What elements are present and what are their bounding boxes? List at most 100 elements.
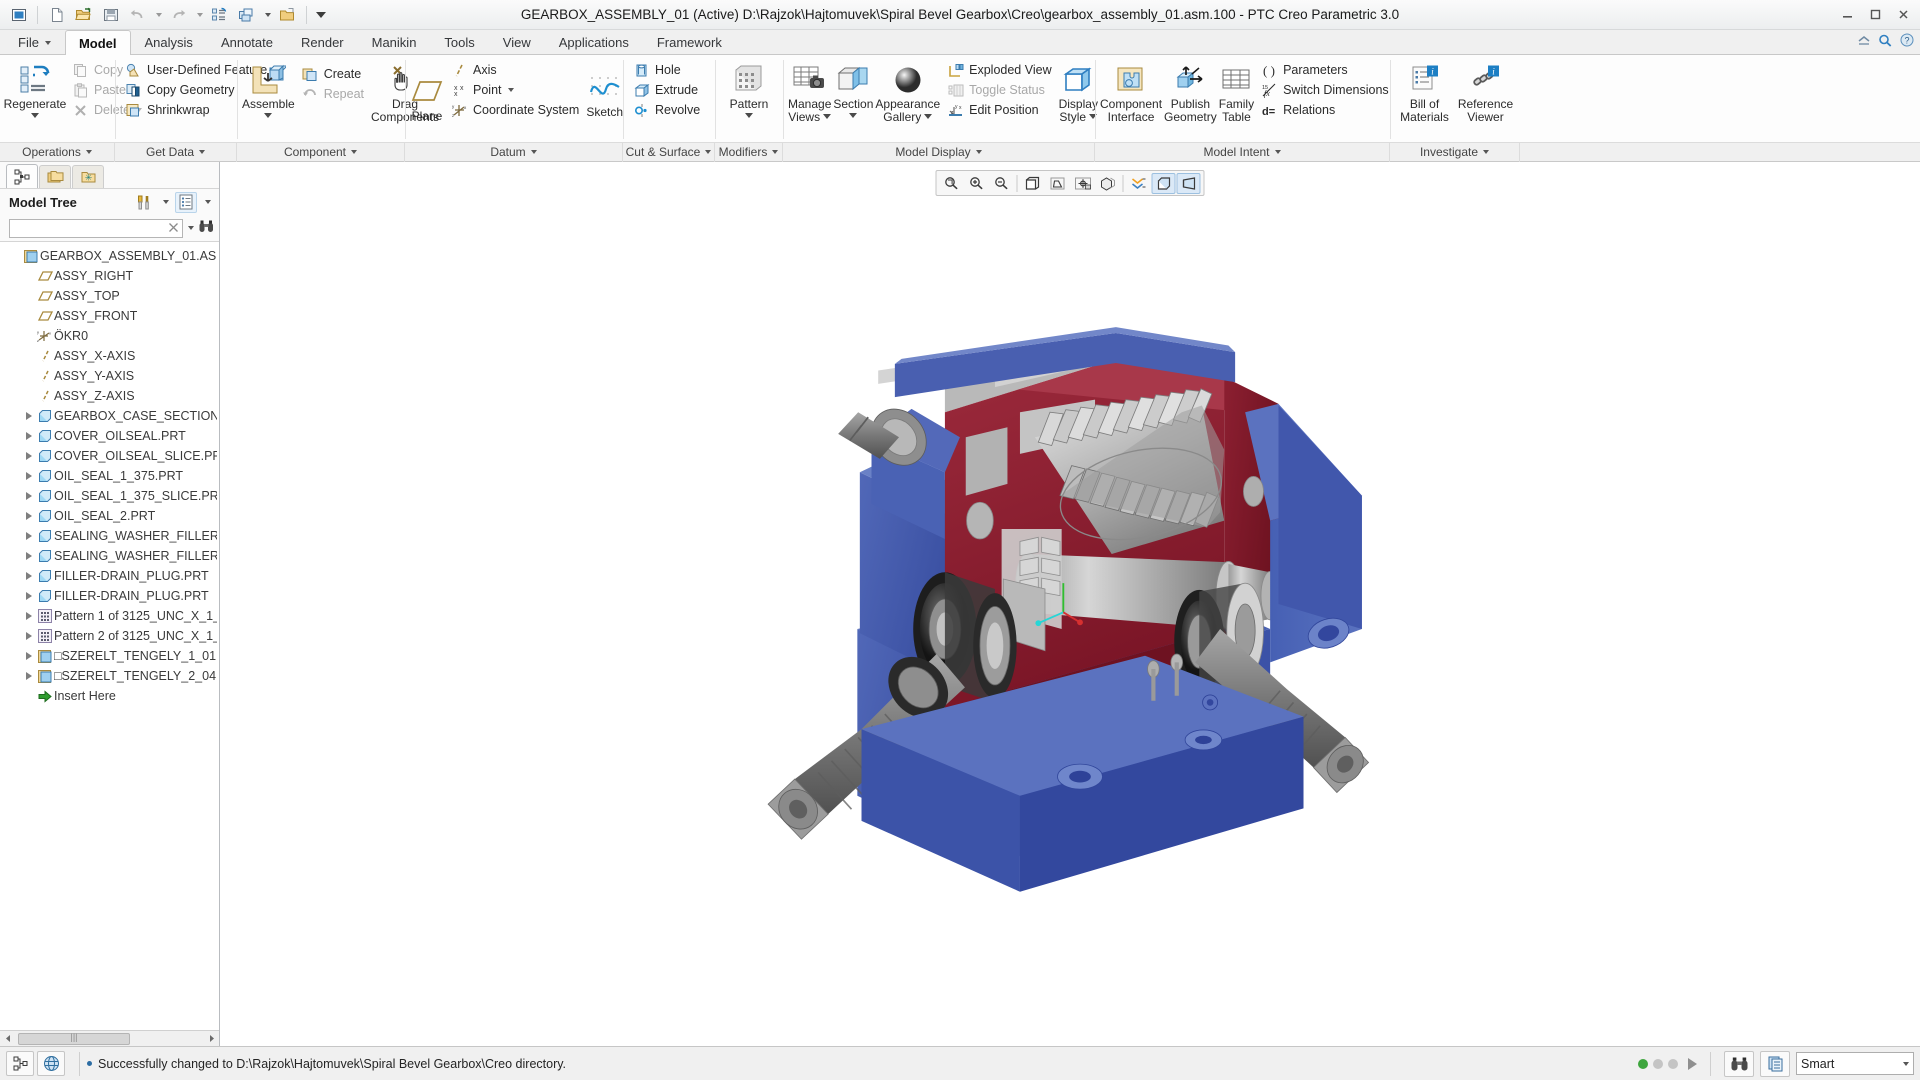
tab-applications[interactable]: Applications (545, 30, 643, 54)
minimize-button[interactable] (1834, 4, 1860, 26)
group-label-model-intent[interactable]: Model Intent (1095, 142, 1390, 162)
reference-viewer-button[interactable]: i Reference Viewer (1455, 58, 1516, 142)
section-button[interactable]: Section (832, 58, 874, 142)
group-label-datum[interactable]: Datum (405, 142, 623, 162)
pattern-button[interactable]: Pattern (719, 58, 779, 142)
scroll-right-arrow-icon[interactable] (204, 1031, 219, 1046)
regenerate-button[interactable]: Regenerate (4, 58, 66, 142)
tab-annotate[interactable]: Annotate (207, 30, 287, 54)
zoom-in-icon[interactable] (965, 173, 989, 194)
tree-item[interactable]: Pattern 2 of 3125_UNC_X_1_SOC (0, 626, 219, 646)
component-interface-button[interactable]: Component Interface (1099, 58, 1163, 142)
gearbox-assembly-3d-model[interactable] (220, 162, 1920, 1046)
search-icon[interactable] (1878, 34, 1893, 50)
tab-file[interactable]: File (4, 30, 65, 54)
model-tree[interactable]: GEARBOX_ASSEMBLY_01.ASM ASSY_RIGHT ASSY_TO… (0, 241, 219, 1030)
tab-analysis[interactable]: Analysis (131, 30, 207, 54)
tree-item[interactable]: ASSY_Z-AXIS (0, 386, 219, 406)
tree-item[interactable]: ASSY_Y-AXIS (0, 366, 219, 386)
display-style-icon[interactable] (1151, 172, 1176, 194)
tree-item[interactable]: OIL_SEAL_1_375.PRT (0, 466, 219, 486)
clear-search-icon[interactable] (168, 221, 179, 236)
parameters-button[interactable]: ( ) Parameters (1255, 60, 1395, 80)
expand-arrow-icon[interactable] (22, 592, 36, 600)
selection-filter-button[interactable] (1760, 1050, 1790, 1077)
edit-position-button[interactable]: yxz Edit Position (941, 100, 1057, 120)
create-component-button[interactable]: Create (296, 64, 370, 84)
repeat-button[interactable]: Repeat (296, 84, 370, 104)
tab-render[interactable]: Render (287, 30, 358, 54)
open-folder-icon[interactable] (71, 3, 96, 27)
regenerate-icon[interactable] (207, 3, 232, 27)
expand-arrow-icon[interactable] (22, 472, 36, 480)
appearance-gallery-button[interactable]: Appearance Gallery (874, 58, 941, 142)
tree-tools-dropdown-chevron-down-icon[interactable] (159, 192, 171, 213)
tree-item[interactable]: SEALING_WASHER_FILLER_PLU (0, 546, 219, 566)
tab-view[interactable]: View (489, 30, 545, 54)
revolve-button[interactable]: Revolve (627, 100, 706, 120)
search-input-wrapper[interactable] (9, 218, 183, 238)
play-icon[interactable] (1688, 1057, 1697, 1070)
assemble-button[interactable]: Assemble (241, 58, 296, 142)
customize-qat-chevron-down-icon[interactable] (313, 3, 329, 27)
tree-item[interactable]: COVER_OILSEAL.PRT (0, 426, 219, 446)
help-icon[interactable]: ? (1900, 33, 1914, 50)
browser-globe-tab[interactable] (37, 1051, 65, 1076)
tree-item[interactable]: ASSY_RIGHT (0, 266, 219, 286)
window-list-dropdown-chevron-down-icon[interactable] (261, 3, 273, 27)
regenerate-dropdown-chevron-down-icon[interactable] (31, 113, 39, 118)
expand-arrow-icon[interactable] (22, 492, 36, 500)
tree-settings-dropdown-chevron-down-icon[interactable] (201, 192, 213, 213)
tree-item[interactable]: OIL_SEAL_1_375_SLICE.PRT (0, 486, 219, 506)
zoom-out-icon[interactable] (990, 173, 1014, 194)
tab-tools[interactable]: Tools (430, 30, 488, 54)
close-folder-icon[interactable] (275, 3, 300, 27)
bill-of-materials-button[interactable]: i Bill of Materials (1394, 58, 1455, 142)
tree-item[interactable]: □SZERELT_TENGELY_1_01.ASM (0, 646, 219, 666)
expand-arrow-icon[interactable] (22, 572, 36, 580)
perspective-view-icon[interactable] (1176, 172, 1201, 194)
maximize-button[interactable] (1862, 4, 1888, 26)
windows-cascade-icon[interactable] (234, 3, 259, 27)
window-icon[interactable] (6, 3, 31, 27)
tree-item[interactable]: FILLER-DRAIN_PLUG.PRT (0, 566, 219, 586)
tree-settings-icon[interactable] (175, 191, 197, 213)
point-button[interactable]: xxx Point (445, 80, 585, 100)
tab-manikin[interactable]: Manikin (358, 30, 431, 54)
saved-orientations-icon[interactable] (1096, 173, 1120, 194)
exploded-view-button[interactable]: Exploded View (941, 60, 1057, 80)
display-style-button[interactable]: Display Style (1058, 58, 1099, 142)
favorites-folder-tab[interactable]: ✳ (72, 165, 104, 188)
view-manager-icon[interactable] (1127, 173, 1151, 194)
expand-arrow-icon[interactable] (22, 532, 36, 540)
family-table-button[interactable]: Family Table (1218, 58, 1255, 142)
close-button[interactable] (1890, 4, 1916, 26)
search-dropdown-chevron-down-icon[interactable] (187, 226, 194, 230)
group-label-component[interactable]: Component (237, 142, 405, 162)
graphics-window[interactable] (220, 162, 1920, 1046)
tree-item[interactable]: COVER_OILSEAL_SLICE.PRT (0, 446, 219, 466)
pattern-dropdown-chevron-down-icon[interactable] (745, 113, 753, 118)
tab-model[interactable]: Model (64, 30, 131, 55)
group-label-modifiers[interactable]: Modifiers (715, 142, 783, 162)
repaint-icon[interactable] (1021, 173, 1045, 194)
expand-arrow-icon[interactable] (22, 452, 36, 460)
redo-dropdown-chevron-down-icon[interactable] (193, 3, 205, 27)
tree-item[interactable]: Pattern 1 of 3125_UNC_X_1_SOC (0, 606, 219, 626)
expand-arrow-icon[interactable] (22, 612, 36, 620)
tree-item[interactable]: ASSY_TOP (0, 286, 219, 306)
plane-button[interactable]: Plane (409, 58, 445, 142)
tree-item[interactable]: y z x ÖKR0 (0, 326, 219, 346)
publish-geometry-button[interactable]: Publish Geometry (1163, 58, 1218, 142)
refit-icon[interactable] (940, 173, 964, 194)
assemble-dropdown-chevron-down-icon[interactable] (264, 113, 273, 118)
relations-button[interactable]: d= Relations (1255, 100, 1395, 120)
sketch-button[interactable]: Sketch (585, 58, 624, 142)
group-label-operations[interactable]: Operations (0, 142, 115, 162)
model-tree-status-tab[interactable] (6, 1051, 34, 1076)
group-label-investigate[interactable]: Investigate (1390, 142, 1520, 162)
undo-arrow-icon[interactable] (125, 3, 150, 27)
extrude-button[interactable]: Extrude (627, 80, 706, 100)
tree-item[interactable]: ASSY_FRONT (0, 306, 219, 326)
tree-item[interactable]: ASSY_X-AXIS (0, 346, 219, 366)
